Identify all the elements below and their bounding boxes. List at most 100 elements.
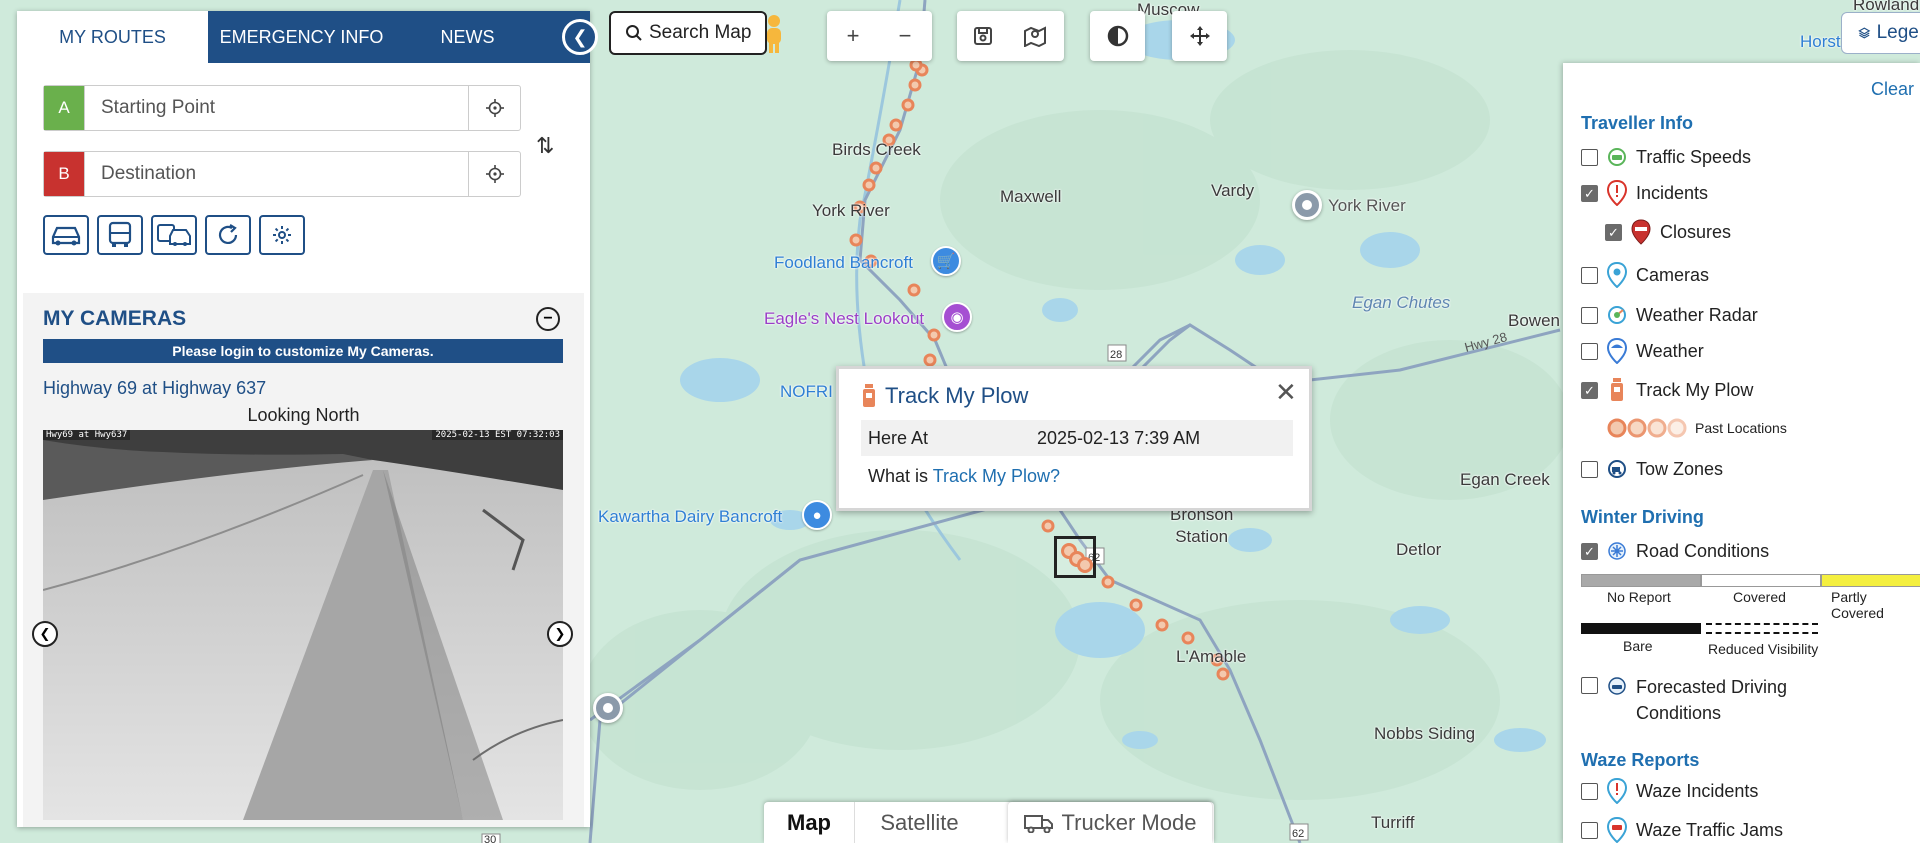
minus-circle-icon: − <box>543 310 553 327</box>
contrast-toggle-button[interactable] <box>1090 11 1145 61</box>
tab-emergency-info[interactable]: EMERGENCY INFO <box>208 11 395 63</box>
label-nobbs-siding: Nobbs Siding <box>1374 724 1476 743</box>
zoom-in-button[interactable]: + <box>827 11 879 61</box>
past-locations-icons <box>1607 418 1687 438</box>
weather-radar-checkbox[interactable] <box>1581 306 1598 324</box>
search-icon <box>626 25 642 41</box>
close-popup-button[interactable]: ✕ <box>1275 379 1297 405</box>
saved-views-button[interactable] <box>1009 11 1061 61</box>
bus-mode-button[interactable] <box>97 215 143 255</box>
destination-locate-button[interactable] <box>468 152 520 196</box>
app-root: 28 62 62 30 Hwy 28 Birds Creek York Rive… <box>0 0 1920 843</box>
street-view-pegman-icon[interactable] <box>762 14 786 54</box>
zoom-out-button[interactable]: − <box>879 11 931 61</box>
trucker-mode-label: Trucker Mode <box>1061 809 1197 835</box>
layer-cameras[interactable]: Cameras <box>1581 262 1709 288</box>
layer-traffic-speeds[interactable]: Traffic Speeds <box>1581 145 1751 169</box>
what-is-prefix: What is <box>868 466 933 486</box>
search-map-button[interactable]: Search Map <box>609 11 768 55</box>
layer-waze-traffic-jams[interactable]: Waze Traffic Jams <box>1581 817 1783 843</box>
save-view-button[interactable] <box>957 11 1009 61</box>
label-lamable: L'Amable <box>1176 647 1247 666</box>
layer-forecasted-driving[interactable]: Forecasted Driving Conditions <box>1581 674 1787 726</box>
legend-panel: Clear Traveller Info Traffic Speeds ✓ In… <box>1563 63 1920 843</box>
tab-news[interactable]: NEWS <box>395 11 590 63</box>
layer-weather-radar[interactable]: Weather Radar <box>1581 303 1758 327</box>
forecasted-label-line-1: Forecasted Driving <box>1636 677 1788 697</box>
pan-button[interactable] <box>1172 11 1227 61</box>
label-turriff: Turriff <box>1371 813 1415 832</box>
clear-layers-link[interactable]: Clear <box>1871 79 1914 100</box>
starting-point-row: A <box>43 85 521 131</box>
destination-row: B <box>43 151 521 197</box>
popup-title-text: Track My Plow <box>885 383 1029 408</box>
route-62b-shield: 62 <box>1292 828 1304 840</box>
layer-weather[interactable]: Weather <box>1581 338 1704 364</box>
camera-pin-icon <box>1606 262 1628 288</box>
layer-road-conditions[interactable]: ✓ Road Conditions <box>1581 539 1769 563</box>
camera-image[interactable]: Hwy69 at Hwy637 2025-02-13 EST 07:32:03 <box>43 430 563 820</box>
previous-camera-button[interactable]: ❮ <box>32 621 58 647</box>
layer-incidents[interactable]: ✓ Incidents <box>1581 180 1708 206</box>
waze-traffic-jams-checkbox[interactable] <box>1581 821 1598 839</box>
waze-jam-icon <box>1606 817 1628 843</box>
destination-input[interactable] <box>84 152 468 196</box>
camera-pin-west[interactable] <box>593 693 623 723</box>
login-notice[interactable]: Please login to customize My Cameras. <box>43 339 563 363</box>
trucker-mode-button[interactable]: Trucker Mode <box>1008 802 1212 843</box>
camera-title-link[interactable]: Highway 69 at Highway 637 <box>43 378 266 399</box>
incident-pin-icon <box>1606 180 1628 206</box>
road-conditions-checkbox[interactable]: ✓ <box>1581 542 1598 560</box>
layer-tow-zones[interactable]: Tow Zones <box>1581 457 1723 481</box>
closures-checkbox[interactable]: ✓ <box>1605 223 1622 241</box>
road-conditions-label: Road Conditions <box>1636 540 1770 561</box>
incidents-checkbox[interactable]: ✓ <box>1581 184 1598 202</box>
map-type-map-button[interactable]: Map <box>764 802 854 843</box>
layer-waze-incidents[interactable]: Waze Incidents <box>1581 778 1758 804</box>
cameras-checkbox[interactable] <box>1581 266 1598 284</box>
starting-point-input[interactable] <box>84 86 468 130</box>
chevron-right-icon: ❯ <box>554 626 566 641</box>
label-eagles-nest: Eagle's Nest Lookout <box>764 309 925 328</box>
my-cameras-heading: MY CAMERAS <box>43 307 187 330</box>
layer-closures[interactable]: ✓ Closures <box>1605 219 1731 245</box>
map-type-satellite-button[interactable]: Satellite <box>854 802 984 843</box>
start-locate-button[interactable] <box>468 86 520 130</box>
gear-icon <box>273 226 291 244</box>
bare-label: Bare <box>1623 638 1653 654</box>
collapse-cameras-button[interactable]: − <box>536 307 560 331</box>
track-my-plow-info-link[interactable]: Track My Plow? <box>933 466 1060 486</box>
tab-bar: MY ROUTES EMERGENCY INFO NEWS <box>17 11 590 63</box>
chevron-left-icon: ❮ <box>39 626 51 641</box>
collapse-panel-button[interactable]: ❮ <box>562 19 598 55</box>
camera-pin-york-river[interactable] <box>1292 190 1322 220</box>
car-mode-button[interactable] <box>43 215 89 255</box>
layer-track-my-plow[interactable]: ✓ Track My Plow <box>1581 378 1753 402</box>
move-arrows-icon <box>1189 26 1210 46</box>
route-30-shield: 30 <box>484 834 496 843</box>
map-pin-icon <box>1024 26 1046 47</box>
label-foodland: Foodland Bancroft <box>774 253 913 272</box>
travel-mode-buttons <box>43 215 305 255</box>
shopping-cart-icon[interactable]: 🛒 <box>931 246 961 276</box>
traffic-speeds-checkbox[interactable] <box>1581 148 1598 166</box>
weather-checkbox[interactable] <box>1581 342 1598 360</box>
tow-zones-checkbox[interactable] <box>1581 460 1598 478</box>
pan-control <box>1172 11 1227 61</box>
next-camera-button[interactable]: ❯ <box>547 621 573 647</box>
my-cameras-section: MY CAMERAS − Please login to customize M… <box>23 293 584 827</box>
legend-button[interactable]: Legend <box>1841 12 1920 54</box>
forecasted-driving-checkbox[interactable] <box>1581 677 1598 694</box>
refresh-icon <box>218 224 238 244</box>
track-my-plow-checkbox[interactable]: ✓ <box>1581 381 1598 399</box>
route-settings-button[interactable] <box>259 215 305 255</box>
dairy-shop-icon[interactable]: ● <box>802 500 832 530</box>
swap-direction-icon[interactable]: ⇅ <box>536 133 554 159</box>
plow-current-location[interactable] <box>1054 536 1096 578</box>
camera-lookout-icon[interactable]: ◉ <box>942 302 972 332</box>
tab-my-routes[interactable]: MY ROUTES <box>17 11 208 63</box>
waze-incidents-checkbox[interactable] <box>1581 782 1598 800</box>
carpool-mode-button[interactable] <box>151 215 197 255</box>
label-kawartha-dairy: Kawartha Dairy Bancroft <box>598 507 783 526</box>
reload-route-button[interactable] <box>205 215 251 255</box>
